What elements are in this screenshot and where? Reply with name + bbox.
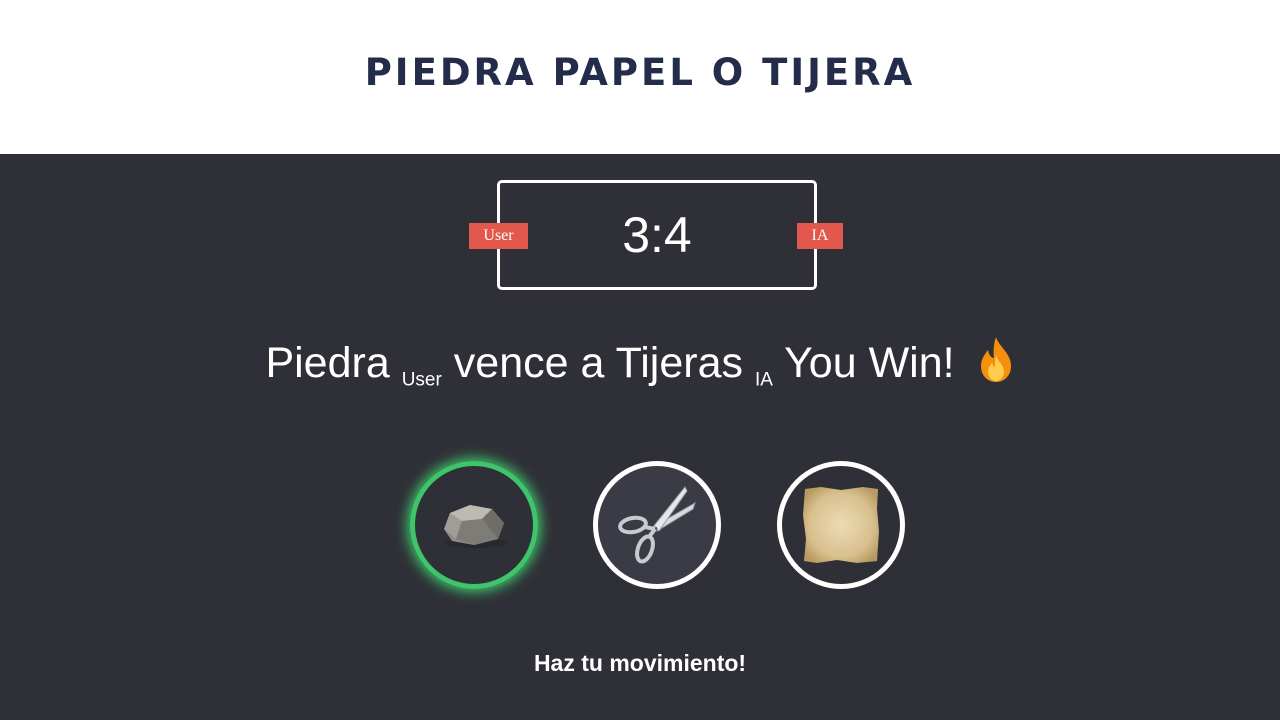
- paper-button[interactable]: [777, 461, 905, 589]
- scissors-icon: [615, 483, 699, 567]
- result-outcome: You Win!: [784, 339, 955, 387]
- page-title: PIEDRA PAPEL O TIJERA: [364, 50, 916, 94]
- score-display: 3:4: [622, 207, 692, 263]
- ia-move: Tijeras: [615, 339, 743, 387]
- user-badge: User: [469, 223, 528, 249]
- scissors-button[interactable]: [593, 461, 721, 589]
- rock-button[interactable]: [410, 461, 538, 589]
- move-prompt: Haz tu movimiento!: [533, 650, 747, 676]
- fire-icon: [977, 335, 1015, 383]
- user-tag: User: [401, 369, 442, 391]
- header: PIEDRA PAPEL O TIJERA: [0, 0, 1280, 154]
- rock-icon: [436, 499, 512, 551]
- result-verb: vence a: [453, 339, 605, 387]
- result-message: Piedra User vence a Tijeras IA You Win!: [0, 335, 1280, 392]
- scoreboard: 3:4: [497, 180, 817, 290]
- user-move: Piedra: [265, 339, 390, 387]
- ia-badge: IA: [797, 223, 843, 249]
- ia-tag: IA: [754, 369, 773, 391]
- paper-icon: [801, 485, 881, 565]
